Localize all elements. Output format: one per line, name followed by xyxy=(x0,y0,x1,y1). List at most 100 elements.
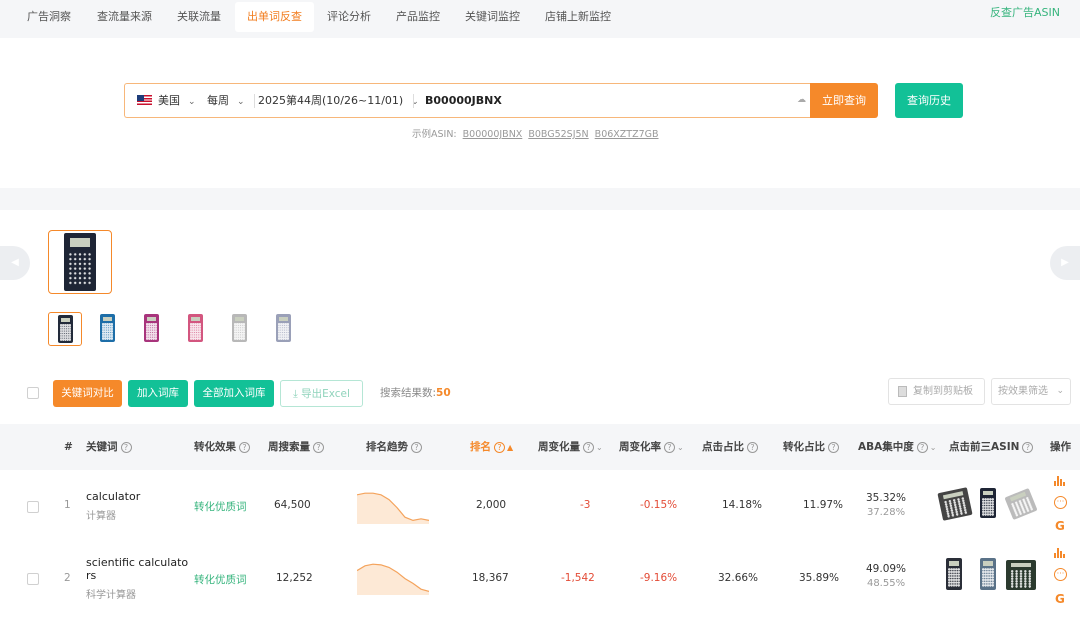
product-thumb[interactable] xyxy=(267,312,301,346)
col-weekly-change-rate-label: 周变化率 xyxy=(619,441,661,453)
chevron-down-icon[interactable]: ⌄ xyxy=(930,443,937,452)
help-icon[interactable]: ? xyxy=(1022,442,1034,453)
keyword-translation: 科学计算器 xyxy=(86,590,136,601)
examples-label: 示例ASIN: xyxy=(412,129,457,140)
nav-tab-store-new-monitor[interactable]: 店铺上新监控 xyxy=(533,2,623,32)
keyword-cell[interactable]: scientific calculato rs 科学计算器 xyxy=(86,556,188,601)
week-value: 2025第44周(10/26~11/01) xyxy=(258,94,404,107)
history-button[interactable]: 查询历史 xyxy=(895,83,963,118)
help-icon[interactable]: ? xyxy=(313,442,324,453)
col-weekly-search[interactable]: 周搜索量? xyxy=(268,424,324,470)
effect-filter-select[interactable]: 按效果筛选 ⌄ xyxy=(991,378,1071,405)
click-share-value: 14.18% xyxy=(722,499,763,511)
bar-chart-icon[interactable] xyxy=(1054,547,1066,558)
product-main-image[interactable] xyxy=(48,230,112,294)
aba-main-value: 35.32% xyxy=(866,492,907,504)
col-conversion-label: 转化效果 xyxy=(194,441,236,453)
help-icon[interactable]: ? xyxy=(120,442,132,453)
copy-icon xyxy=(898,386,907,397)
col-click-share[interactable]: 点击占比? xyxy=(702,424,758,470)
select-all-checkbox[interactable] xyxy=(27,387,39,399)
google-icon[interactable]: G xyxy=(1055,519,1065,533)
help-icon[interactable]: ? xyxy=(916,442,928,453)
row-checkbox[interactable] xyxy=(27,573,39,585)
col-weekly-change-rate[interactable]: 周变化率? ⌄ xyxy=(619,424,684,470)
period-select[interactable]: 每周 ⌄ xyxy=(207,84,245,117)
product-thumb[interactable] xyxy=(179,312,213,346)
conversion-tag: 转化优质词 xyxy=(194,501,247,513)
chevron-down-icon[interactable]: ⌄ xyxy=(677,443,684,452)
example-asin[interactable]: B0BG52SJ5N xyxy=(528,129,588,140)
nav-tab-related-traffic[interactable]: 关联流量 xyxy=(165,2,233,32)
next-arrow-icon[interactable]: ▶ xyxy=(1050,246,1080,280)
more-icon[interactable]: ··· xyxy=(1054,496,1067,509)
keyword-text[interactable]: scientific calculato xyxy=(86,556,188,569)
export-excel-button[interactable]: ⤓ 导出Excel xyxy=(280,380,363,407)
query-button[interactable]: 立即查询 xyxy=(810,83,878,118)
keyword-text[interactable]: rs xyxy=(86,569,188,582)
help-icon[interactable]: ? xyxy=(828,442,839,453)
week-select[interactable]: 2025第44周(10/26~11/01) ⌄ xyxy=(258,84,419,117)
filter-placeholder: 按效果筛选 xyxy=(998,386,1048,397)
sort-asc-icon[interactable]: ▲ xyxy=(507,443,513,452)
country-select[interactable]: 美国 ⌄ xyxy=(137,84,196,117)
example-asin[interactable]: B06XZTZ7GB xyxy=(595,129,659,140)
top-asin-image[interactable] xyxy=(1006,560,1036,590)
reverse-ad-asin-link[interactable]: 反查广告ASIN xyxy=(990,4,1060,20)
product-thumb[interactable] xyxy=(223,312,257,346)
product-thumb[interactable] xyxy=(48,312,82,346)
top-asin-image[interactable] xyxy=(946,558,962,590)
add-all-to-library-button[interactable]: 全部加入词库 xyxy=(194,380,274,407)
cloud-upload-icon[interactable]: ☁ xyxy=(797,95,808,106)
help-icon[interactable]: ? xyxy=(747,442,758,453)
col-conversion-share-label: 转化占比 xyxy=(783,441,825,453)
aba-main-value: 49.09% xyxy=(866,563,907,575)
rank-value: 2,000 xyxy=(476,499,507,511)
rank-trend-sparkline[interactable] xyxy=(357,557,429,595)
bar-chart-icon[interactable] xyxy=(1054,475,1066,486)
col-keyword[interactable]: 关键词? xyxy=(86,424,132,470)
top-asin-image[interactable] xyxy=(937,487,973,521)
col-conversion[interactable]: 转化效果? xyxy=(194,424,250,470)
top-asin-image[interactable] xyxy=(980,488,996,518)
chevron-down-icon: ⌄ xyxy=(188,97,196,107)
rank-trend-sparkline[interactable] xyxy=(357,486,429,524)
col-rank-trend[interactable]: 排名趋势? xyxy=(366,424,422,470)
nav-tab-traffic-source[interactable]: 查流量来源 xyxy=(85,2,164,32)
product-thumb[interactable] xyxy=(135,312,169,346)
keyword-cell[interactable]: calculator 计算器 xyxy=(86,490,140,522)
calculator-image xyxy=(188,314,203,342)
example-asin[interactable]: B00000JBNX xyxy=(463,129,523,140)
nav-tab-order-keyword-reverse[interactable]: 出单词反查 xyxy=(235,2,314,32)
col-aba[interactable]: ABA集中度? ⌄ xyxy=(858,424,936,470)
result-count: 搜索结果数:50 xyxy=(380,380,451,407)
copy-clipboard-button[interactable]: 复制到剪贴板 xyxy=(888,378,985,405)
help-icon[interactable]: ? xyxy=(664,442,675,453)
nav-tab-ad-insight[interactable]: 广告洞察 xyxy=(15,2,83,32)
col-keyword-label: 关键词 xyxy=(86,441,118,453)
col-conversion-share[interactable]: 转化占比? xyxy=(783,424,839,470)
nav-tab-keyword-monitor[interactable]: 关键词监控 xyxy=(453,2,532,32)
help-icon[interactable]: ? xyxy=(239,442,250,453)
prev-arrow-icon[interactable]: ◀ xyxy=(0,246,30,280)
keyword-text[interactable]: calculator xyxy=(86,490,140,503)
col-weekly-change[interactable]: 周变化量? ⌄ xyxy=(538,424,603,470)
google-icon[interactable]: G xyxy=(1055,592,1065,606)
chevron-down-icon[interactable]: ⌄ xyxy=(596,443,603,452)
conversion-tag: 转化优质词 xyxy=(194,574,247,586)
help-icon[interactable]: ? xyxy=(494,442,505,453)
nav-tab-product-monitor[interactable]: 产品监控 xyxy=(384,2,452,32)
col-rank[interactable]: 排名? ▲ xyxy=(470,424,513,470)
col-top3-asin[interactable]: 点击前三ASIN? xyxy=(949,424,1034,470)
product-thumb[interactable] xyxy=(91,312,125,346)
help-icon[interactable]: ? xyxy=(411,442,422,453)
more-icon[interactable]: ··· xyxy=(1054,568,1067,581)
asin-input[interactable] xyxy=(425,84,785,117)
keyword-compare-button[interactable]: 关键词对比 xyxy=(53,380,122,407)
top-asin-image[interactable] xyxy=(980,558,996,590)
top-asin-image[interactable] xyxy=(1004,488,1038,520)
help-icon[interactable]: ? xyxy=(583,442,594,453)
add-to-library-button[interactable]: 加入词库 xyxy=(128,380,188,407)
row-checkbox[interactable] xyxy=(27,501,39,513)
nav-tab-review-analysis[interactable]: 评论分析 xyxy=(315,2,383,32)
